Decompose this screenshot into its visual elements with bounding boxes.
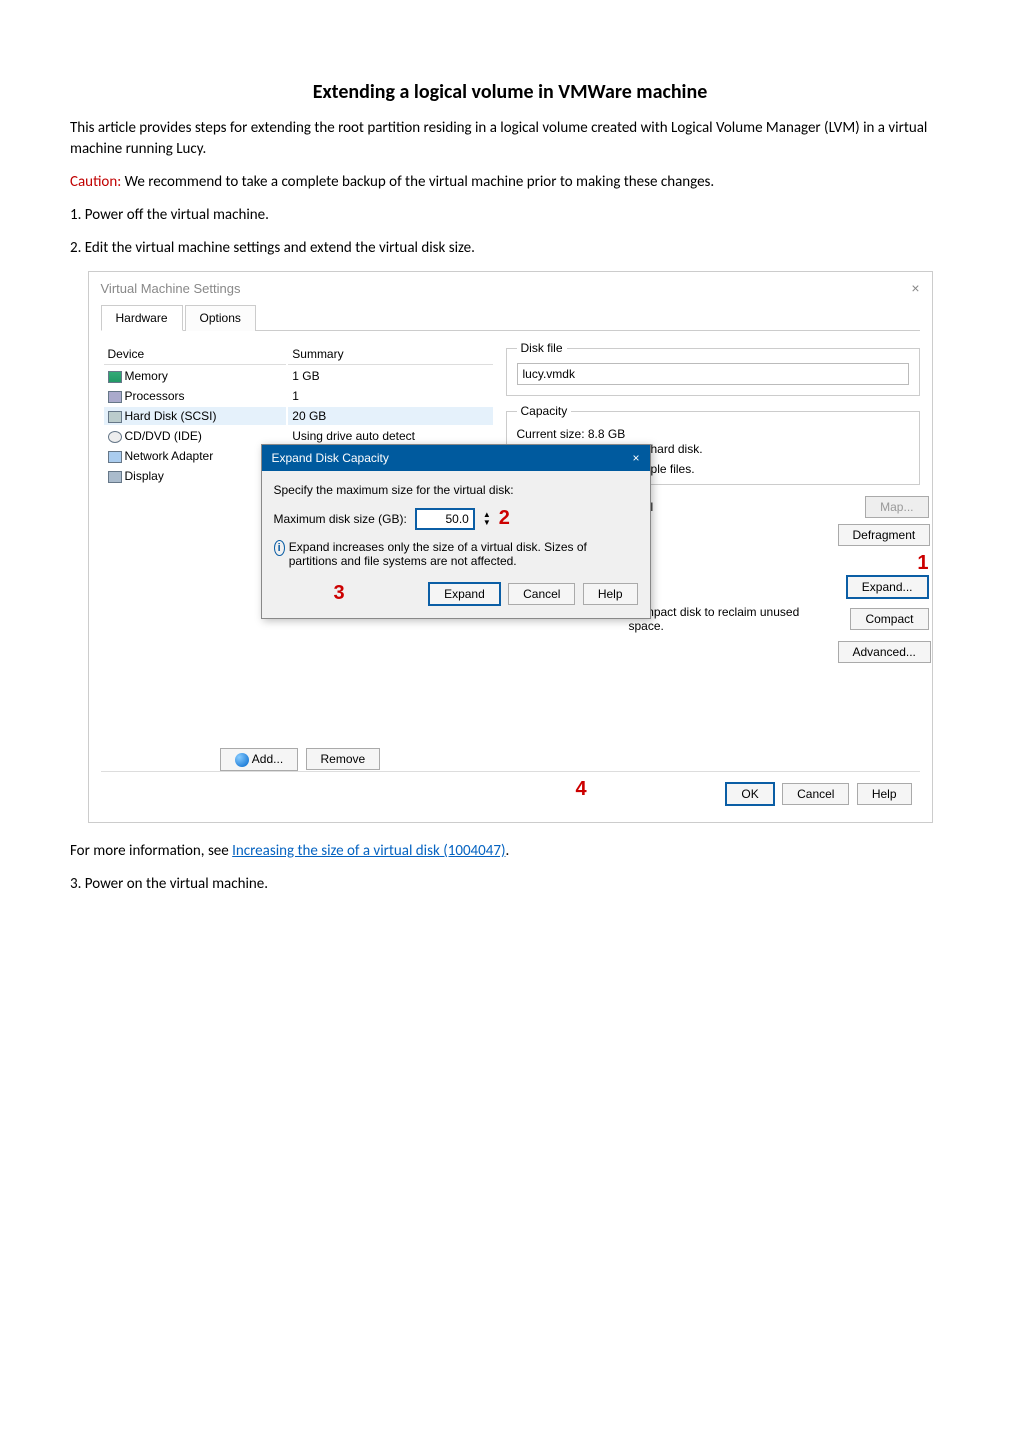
- compact-button[interactable]: Compact: [850, 608, 928, 630]
- expand-confirm-button[interactable]: Expand: [428, 582, 501, 606]
- close-icon[interactable]: ×: [632, 451, 639, 465]
- advanced-button[interactable]: Advanced...: [838, 641, 931, 663]
- disk-utilities: this hard disk. nultiple files. local Map…: [629, 442, 929, 669]
- intro-paragraph: This article provides steps for extendin…: [70, 118, 950, 160]
- callout-3: 3: [334, 582, 345, 605]
- util-text: free: [629, 528, 828, 542]
- network-icon: [108, 451, 122, 463]
- defragment-button[interactable]: Defragment: [838, 524, 931, 546]
- table-row[interactable]: Hard Disk (SCSI)20 GB: [104, 407, 493, 425]
- harddisk-icon: [108, 411, 122, 423]
- more-info-suffix: .: [506, 842, 510, 860]
- memory-icon: [108, 371, 122, 383]
- table-row[interactable]: CD/DVD (IDE)Using drive auto detect: [104, 427, 493, 445]
- add-button[interactable]: Add...: [220, 748, 298, 771]
- util-text: nultiple files.: [629, 462, 929, 476]
- summary-header: Summary: [288, 344, 492, 365]
- step-3: 3. Power on the virtual machine.: [70, 874, 950, 895]
- spinner-down-icon[interactable]: ▼: [483, 519, 491, 527]
- vm-settings-dialog: Virtual Machine Settings × Hardware Opti…: [88, 271, 933, 823]
- expand-disk-dialog: Expand Disk Capacity × Specify the maxim…: [261, 444, 651, 619]
- add-remove-row: Add... Remove: [101, 748, 496, 771]
- more-info-prefix: For more information, see: [70, 842, 232, 860]
- callout-2: 2: [499, 507, 510, 530]
- expand-spec-label: Specify the maximum size for the virtual…: [274, 483, 638, 497]
- caution-paragraph: Caution: We recommend to take a complete…: [70, 172, 950, 193]
- table-row[interactable]: Memory1 GB: [104, 367, 493, 385]
- expand-help-button[interactable]: Help: [583, 583, 638, 605]
- expand-dialog-title: Expand Disk Capacity: [272, 451, 389, 465]
- tab-hardware[interactable]: Hardware: [101, 305, 183, 331]
- capacity-current: Current size: 8.8 GB: [517, 426, 909, 442]
- info-icon: i: [274, 540, 285, 556]
- callout-1: 1: [917, 552, 928, 575]
- tab-options[interactable]: Options: [185, 305, 256, 331]
- capacity-legend: Capacity: [517, 404, 572, 418]
- device-header: Device: [104, 344, 287, 365]
- expand-button[interactable]: Expand...: [846, 575, 929, 599]
- expand-info-text: Expand increases only the size of a virt…: [289, 540, 638, 568]
- page-title: Extending a logical volume in VMWare mac…: [70, 80, 950, 104]
- caution-text: We recommend to take a complete backup o…: [121, 173, 714, 191]
- kb-link[interactable]: Increasing the size of a virtual disk (1…: [232, 842, 505, 860]
- step-2: 2. Edit the virtual machine settings and…: [70, 238, 950, 259]
- dialog-footer: 4 OK Cancel Help: [101, 771, 920, 810]
- tab-strip: Hardware Options: [101, 304, 920, 331]
- util-text: local: [629, 500, 828, 514]
- globe-icon: [235, 753, 249, 767]
- help-button[interactable]: Help: [857, 783, 912, 805]
- cancel-button[interactable]: Cancel: [782, 783, 849, 805]
- remove-button[interactable]: Remove: [306, 748, 381, 770]
- map-button[interactable]: Map...: [865, 496, 928, 518]
- callout-4: 4: [576, 778, 587, 801]
- max-disk-size-input[interactable]: [415, 508, 475, 530]
- more-info: For more information, see Increasing the…: [70, 841, 950, 862]
- util-text: this hard disk.: [629, 442, 929, 456]
- table-row[interactable]: Processors1: [104, 387, 493, 405]
- disk-file-field[interactable]: [517, 363, 909, 385]
- disk-file-group: Disk file: [506, 341, 920, 396]
- display-icon: [108, 471, 122, 483]
- expand-cancel-button[interactable]: Cancel: [508, 583, 575, 605]
- ok-button[interactable]: OK: [725, 782, 774, 806]
- disk-file-legend: Disk file: [517, 341, 567, 355]
- dialog-title: Virtual Machine Settings: [101, 281, 241, 296]
- caution-label: Caution:: [70, 173, 121, 191]
- max-disk-size-label: Maximum disk size (GB):: [274, 512, 407, 526]
- cd-dvd-icon: [108, 431, 122, 443]
- compact-note: Compact disk to reclaim unused space.: [629, 605, 828, 633]
- close-icon[interactable]: ×: [911, 280, 919, 296]
- processors-icon: [108, 391, 122, 403]
- step-1: 1. Power off the virtual machine.: [70, 205, 950, 226]
